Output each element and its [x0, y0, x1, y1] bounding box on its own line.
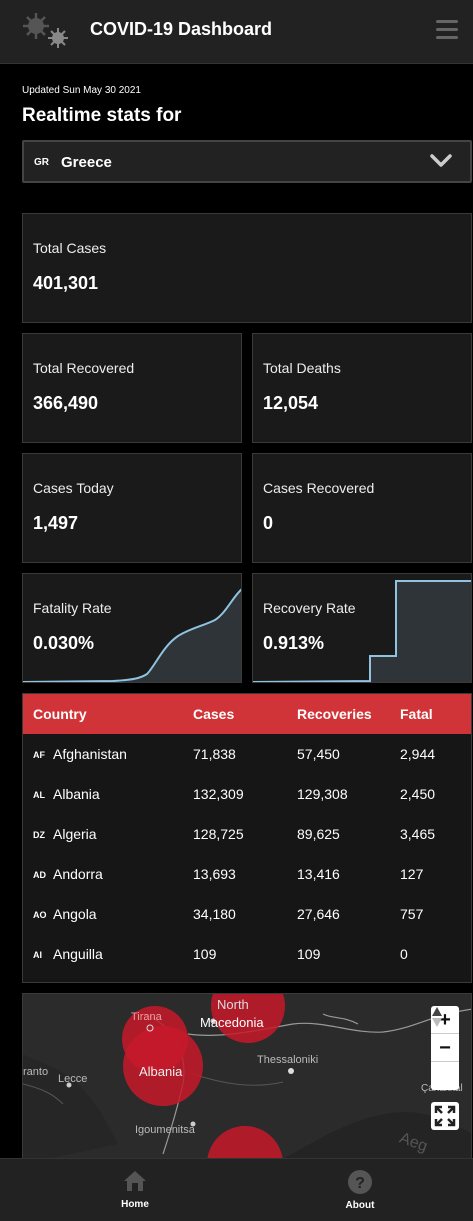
fatal-cell: 3,465	[400, 826, 436, 842]
cases-recovered-card: Cases Recovered 0	[252, 453, 472, 563]
total-deaths-value: 12,054	[263, 393, 319, 413]
recoveries-cell: 57,450	[297, 746, 340, 762]
nav-home-label: Home	[121, 1199, 149, 1210]
total-recovered-label: Total Recovered	[33, 360, 135, 376]
recoveries-cell: 89,625	[297, 826, 340, 842]
country-name: Angola	[53, 906, 97, 922]
map-label-ranto: ranto	[23, 1066, 49, 1078]
recoveries-cell: 129,308	[297, 786, 348, 802]
cases-cell: 132,309	[193, 786, 244, 802]
table-row[interactable]: DZ Algeria 128,725 89,625 3,465	[23, 814, 471, 854]
map-label-albania: Albania	[139, 1064, 183, 1079]
table-row[interactable]: AD Andorra 13,693 13,416 127	[23, 854, 471, 894]
column-recoveries[interactable]: Recoveries	[297, 706, 372, 722]
total-recovered-value: 366,490	[33, 393, 99, 413]
table-row[interactable]: AI Anguilla 109 109 0	[23, 934, 471, 974]
fullscreen-icon	[434, 1105, 456, 1127]
nav-home[interactable]: Home	[95, 1159, 175, 1221]
fatality-sparkline	[23, 588, 241, 682]
column-fatal[interactable]: Fatal	[400, 706, 433, 722]
fatality-rate-label: Fatality Rate	[33, 600, 112, 616]
total-cases-value: 401,301	[33, 273, 99, 293]
fullscreen-button[interactable]	[431, 1102, 459, 1130]
country-code: AO	[33, 910, 47, 920]
home-icon	[124, 1171, 146, 1191]
updated-timestamp: Updated Sun May 30 2021	[22, 85, 141, 96]
table-row[interactable]: AL Albania 132,309 129,308 2,450	[23, 774, 471, 814]
zoom-out-button[interactable]: −	[431, 1034, 459, 1062]
total-recovered-card: Total Recovered 366,490	[22, 333, 242, 443]
total-cases-card: Total Cases 401,301	[22, 213, 472, 323]
recoveries-cell: 27,646	[297, 906, 340, 922]
zoom-controls: + −	[431, 1006, 459, 1090]
fatal-cell: 2,944	[400, 746, 436, 762]
cases-cell: 13,693	[193, 866, 236, 882]
nav-about[interactable]: ? About	[320, 1159, 400, 1221]
cases-recovered-label: Cases Recovered	[263, 480, 375, 496]
map-label-thessaloniki: Thessaloniki	[257, 1054, 319, 1066]
app-title: COVID-19 Dashboard	[90, 19, 273, 39]
cases-today-label: Cases Today	[33, 480, 114, 496]
map-label-igoumenitsa: Igoumenitsa	[135, 1124, 195, 1136]
country-name: Andorra	[53, 866, 103, 882]
compass-icon	[432, 1007, 442, 1027]
virus-icon	[23, 13, 68, 48]
world-map[interactable]: North Macedonia Tirana Albania Thessalon…	[22, 993, 472, 1163]
table-header: Country Cases Recoveries Fatal	[23, 694, 471, 734]
fatal-cell: 127	[400, 866, 424, 882]
column-cases[interactable]: Cases	[193, 706, 234, 722]
country-code: GR	[34, 157, 49, 168]
fatality-rate-value: 0.030%	[33, 633, 95, 653]
compass-button[interactable]	[431, 1007, 459, 1090]
recoveries-cell: 13,416	[297, 866, 340, 882]
column-country[interactable]: Country	[33, 706, 87, 722]
country-code: AF	[33, 750, 45, 760]
recoveries-cell: 109	[297, 946, 321, 962]
recovery-rate-card: Recovery Rate 0.913%	[252, 573, 472, 683]
country-name: Algeria	[53, 826, 97, 842]
map-label-tirana: Tirana	[131, 1011, 162, 1023]
fatal-cell: 2,450	[400, 786, 436, 802]
cases-today-value: 1,497	[33, 513, 79, 533]
map-label-north: North	[217, 997, 249, 1012]
nav-about-label: About	[345, 1200, 375, 1211]
cases-cell: 128,725	[193, 826, 244, 842]
map-label-lecce: Lecce	[58, 1073, 88, 1085]
country-select[interactable]: GR Greece	[22, 140, 472, 183]
cases-today-card: Cases Today 1,497	[22, 453, 242, 563]
country-name: Greece	[61, 154, 112, 171]
total-deaths-card: Total Deaths 12,054	[252, 333, 472, 443]
stats-heading: Realtime stats for	[22, 105, 182, 126]
app-header: COVID-19 Dashboard	[0, 0, 473, 64]
country-name: Afghanistan	[53, 746, 127, 762]
recovery-sparkline	[253, 580, 471, 682]
table-row[interactable]: AF Afghanistan 71,838 57,450 2,944	[23, 734, 471, 774]
fatal-cell: 0	[400, 946, 408, 962]
hamburger-icon[interactable]	[436, 20, 458, 40]
total-deaths-label: Total Deaths	[263, 360, 341, 376]
country-name: Albania	[53, 786, 100, 802]
fatal-cell: 757	[400, 906, 424, 922]
country-code: DZ	[33, 830, 45, 840]
recovery-rate-value: 0.913%	[263, 633, 325, 653]
cases-cell: 34,180	[193, 906, 236, 922]
help-icon: ?	[348, 1170, 372, 1194]
table-row[interactable]: AO Angola 34,180 27,646 757	[23, 894, 471, 934]
svg-text:?: ?	[355, 1175, 365, 1192]
country-code: AD	[33, 870, 46, 880]
country-name: Anguilla	[53, 946, 103, 962]
cases-cell: 71,838	[193, 746, 236, 762]
bottom-nav: Home ? About	[0, 1158, 473, 1221]
country-code: AI	[33, 950, 42, 960]
total-cases-label: Total Cases	[33, 240, 107, 256]
cases-cell: 109	[193, 946, 217, 962]
chevron-down-icon	[430, 154, 452, 167]
cases-recovered-value: 0	[263, 513, 274, 533]
countries-table: Country Cases Recoveries Fatal AF Afghani…	[22, 693, 472, 983]
fatality-rate-card: Fatality Rate 0.030%	[22, 573, 242, 683]
map-label-macedonia: Macedonia	[200, 1015, 264, 1030]
country-code: AL	[33, 790, 45, 800]
recovery-rate-label: Recovery Rate	[263, 600, 356, 616]
